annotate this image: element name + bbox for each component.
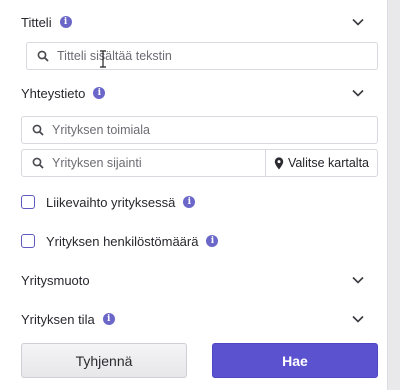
revenue-label[interactable]: Liikevaihto yrityksessä	[46, 195, 175, 210]
info-icon[interactable]: i	[59, 16, 72, 28]
chevron-down-icon[interactable]	[351, 15, 365, 29]
section-company-form-label: Yritysmuoto	[21, 272, 90, 288]
select-from-map-button[interactable]: Valitse kartalta	[264, 150, 377, 176]
chevron-down-icon[interactable]	[351, 273, 365, 287]
section-contact-label: Yhteystieto	[21, 85, 86, 101]
headcount-checkbox[interactable]	[21, 234, 35, 248]
section-title-label: Titteli	[21, 14, 52, 30]
search-icon	[32, 124, 44, 136]
chevron-down-icon[interactable]	[351, 86, 365, 100]
section-title-header[interactable]: Titteli i	[21, 10, 365, 34]
select-from-map-label: Valitse kartalta	[287, 156, 369, 170]
section-company-status-label: Yrityksen tila	[21, 311, 95, 327]
text-cursor-icon	[100, 50, 106, 68]
section-company-status-header[interactable]: Yrityksen tila i	[21, 307, 365, 331]
clear-button[interactable]: Tyhjennä	[21, 343, 187, 378]
info-icon[interactable]: i	[93, 87, 106, 99]
search-button[interactable]: Hae	[212, 343, 378, 378]
title-search-field[interactable]	[26, 42, 378, 70]
filter-panel: Titteli i Yhteystieto i Valitse	[0, 0, 388, 390]
industry-search-input[interactable]	[52, 123, 377, 137]
search-icon	[37, 50, 49, 62]
section-company-form-header[interactable]: Yritysmuoto	[21, 268, 365, 292]
revenue-checkbox[interactable]	[21, 195, 35, 209]
industry-search-field[interactable]	[21, 116, 378, 144]
headcount-filter-row[interactable]: Yrityksen henkilöstömäärä i	[21, 231, 365, 251]
chevron-down-icon[interactable]	[351, 312, 365, 326]
info-icon[interactable]: i	[102, 313, 115, 325]
map-pin-icon	[274, 156, 284, 169]
section-contact-header[interactable]: Yhteystieto i	[21, 81, 365, 105]
location-search-input[interactable]	[52, 156, 265, 170]
location-search-field[interactable]: Valitse kartalta	[21, 149, 378, 177]
search-icon	[32, 157, 44, 169]
headcount-label[interactable]: Yrityksen henkilöstömäärä	[46, 234, 198, 249]
info-icon[interactable]: i	[183, 196, 196, 208]
revenue-filter-row[interactable]: Liikevaihto yrityksessä i	[21, 192, 365, 212]
info-icon[interactable]: i	[206, 235, 219, 247]
